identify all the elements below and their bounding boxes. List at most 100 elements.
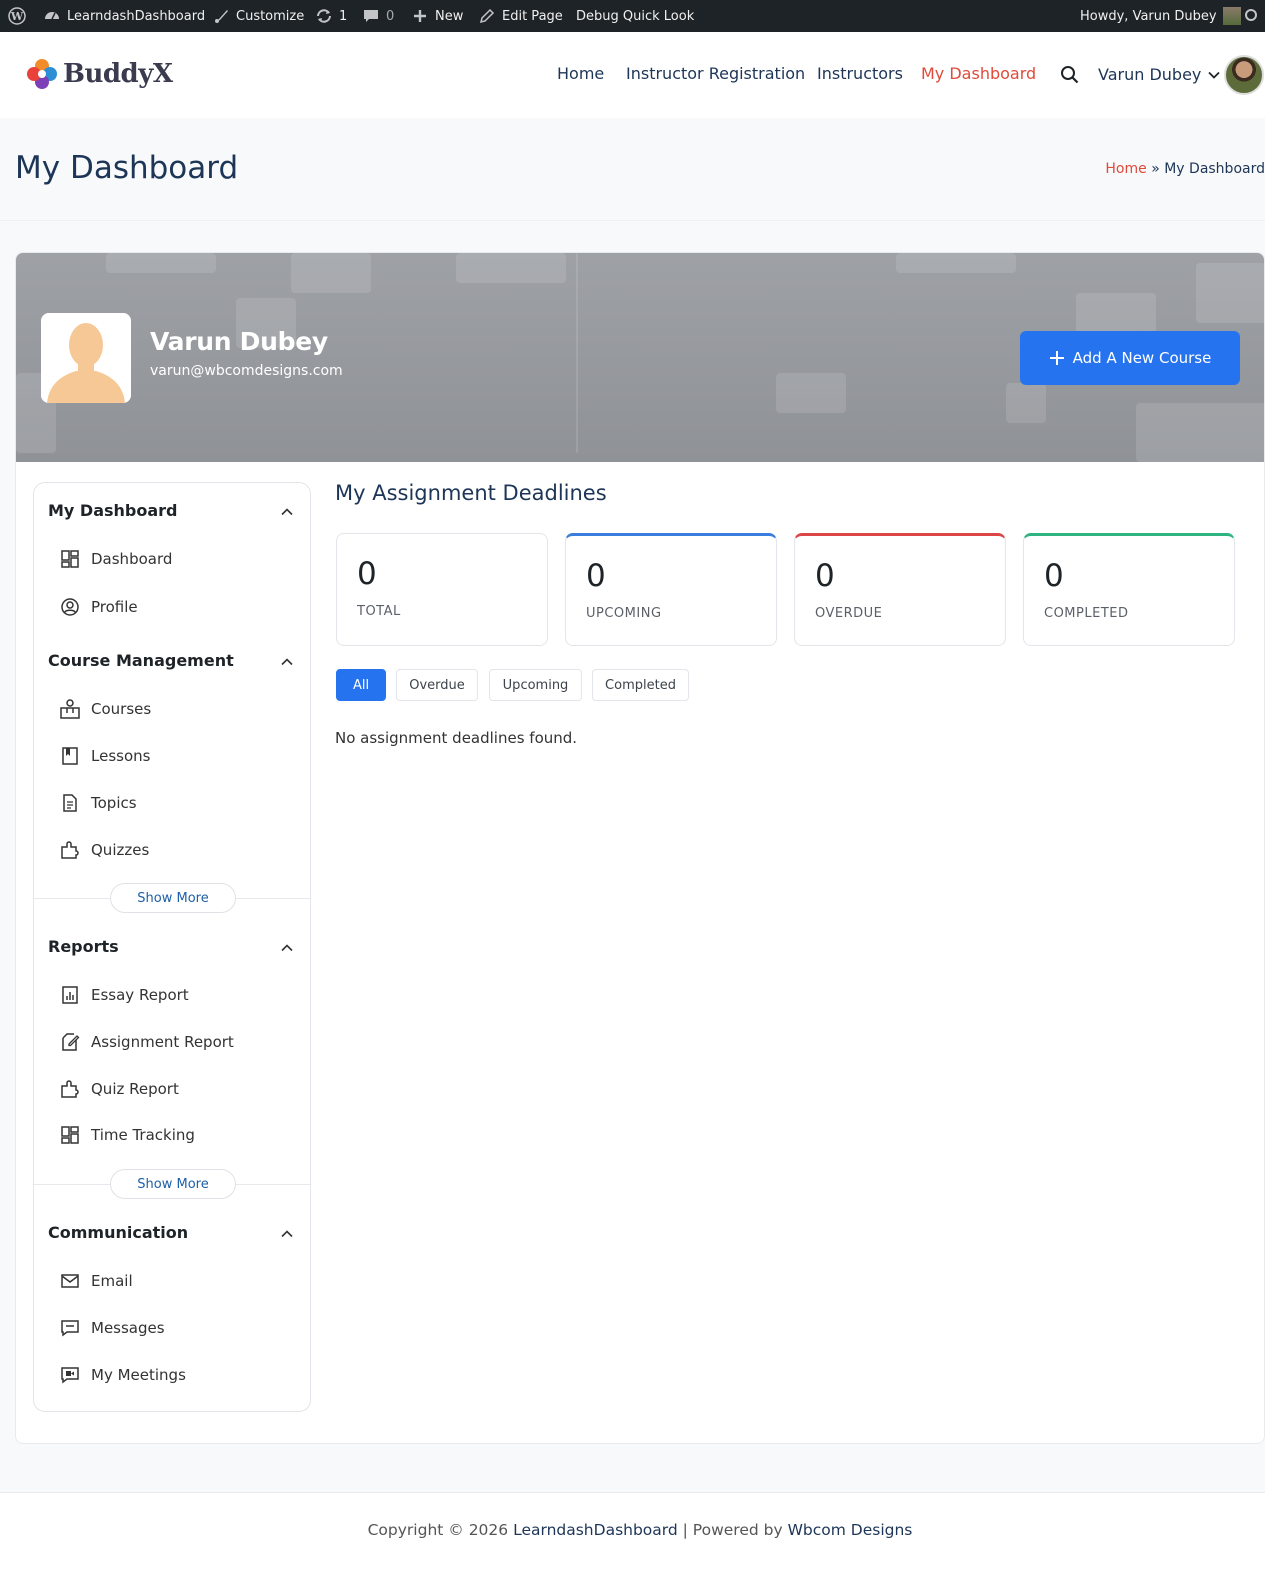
sidebar-item-essay-report[interactable]: Essay Report <box>59 983 189 1007</box>
user-menu[interactable]: Varun Dubey <box>1098 65 1221 84</box>
chevron-up-icon <box>281 658 293 666</box>
divider: Show More <box>34 1169 310 1199</box>
stat-card-completed: 0 COMPLETED <box>1023 533 1235 646</box>
site-logo[interactable]: BuddyX <box>25 57 173 91</box>
filter-overdue[interactable]: Overdue <box>396 669 478 701</box>
new-label: New <box>435 8 464 24</box>
dashboard-sidebar: My Dashboard Dashboard Profile Course Ma… <box>33 482 311 1412</box>
chevron-up-icon <box>281 1230 293 1238</box>
grid-icon <box>59 548 81 570</box>
sidebar-item-label: Lessons <box>91 747 151 765</box>
wordpress-icon: W <box>8 7 26 25</box>
admin-avatar <box>1222 7 1241 25</box>
user-name: Varun Dubey <box>1098 65 1202 84</box>
section-title: Reports <box>48 937 119 956</box>
sidebar-item-label: Quiz Report <box>91 1080 179 1098</box>
account-menu[interactable]: Howdy, Varun Dubey <box>1080 0 1241 32</box>
new-content-link[interactable]: New <box>411 0 463 32</box>
nav-instructor-registration[interactable]: Instructor Registration <box>626 64 805 83</box>
empty-state-message: No assignment deadlines found. <box>335 729 578 747</box>
show-more-button[interactable]: Show More <box>110 1169 236 1199</box>
avatar-placeholder-icon <box>41 313 131 403</box>
edit-doc-icon <box>59 1031 81 1053</box>
svg-text:W: W <box>10 10 24 23</box>
puzzle-icon <box>59 1078 81 1100</box>
profile-avatar[interactable] <box>41 313 131 403</box>
sidebar-item-courses[interactable]: Courses <box>59 697 151 721</box>
bookmark-icon <box>59 745 81 767</box>
edit-page-link[interactable]: Edit Page <box>478 0 563 32</box>
sidebar-item-email[interactable]: Email <box>59 1269 133 1293</box>
stat-card-total: 0 TOTAL <box>336 533 548 646</box>
stat-label: OVERDUE <box>815 606 883 621</box>
admin-bar: W LearndashDashboard Customize 1 0 New E… <box>0 0 1265 32</box>
section-course-management[interactable]: Course Management <box>34 651 310 675</box>
section-reports[interactable]: Reports <box>34 937 310 961</box>
footer-company-link[interactable]: Wbcom Designs <box>788 1521 913 1539</box>
sidebar-item-label: Email <box>91 1272 133 1290</box>
sidebar-item-label: My Meetings <box>91 1366 186 1384</box>
sidebar-item-assignment-report[interactable]: Assignment Report <box>59 1030 234 1054</box>
comments-count: 0 <box>386 8 395 24</box>
sidebar-item-lessons[interactable]: Lessons <box>59 744 150 768</box>
search-admin-button[interactable] <box>1243 0 1261 32</box>
sidebar-item-profile[interactable]: Profile <box>59 595 138 619</box>
sidebar-item-messages[interactable]: Messages <box>59 1316 165 1340</box>
section-title: My Dashboard <box>48 501 178 520</box>
profile-banner: Varun Dubey varun@wbcomdesigns.com Add A… <box>16 253 1264 462</box>
customize-link[interactable]: Customize <box>212 0 304 32</box>
search-button[interactable] <box>1060 65 1080 85</box>
stat-label: UPCOMING <box>586 606 662 621</box>
breadcrumb-current: My Dashboard <box>1164 161 1265 177</box>
comments-link[interactable]: 0 <box>362 0 394 32</box>
document-icon <box>59 792 81 814</box>
sidebar-item-label: Profile <box>91 598 138 616</box>
plus-icon <box>411 7 429 25</box>
add-course-label: Add A New Course <box>1072 349 1212 367</box>
debug-label: Debug Quick Look <box>576 8 695 24</box>
filter-completed[interactable]: Completed <box>592 669 689 701</box>
customize-label: Customize <box>236 8 305 24</box>
updates-link[interactable]: 1 <box>315 0 347 32</box>
title-divider <box>0 220 1265 221</box>
sidebar-item-quiz-report[interactable]: Quiz Report <box>59 1077 179 1101</box>
nav-instructors[interactable]: Instructors <box>817 64 903 83</box>
search-icon <box>1243 7 1261 25</box>
show-more-button[interactable]: Show More <box>110 883 236 913</box>
breadcrumb-home[interactable]: Home <box>1105 161 1146 177</box>
sidebar-item-quizzes[interactable]: Quizzes <box>59 838 149 862</box>
logo-text: BuddyX <box>63 59 173 89</box>
copyright-prefix: Copyright © 2026 <box>367 1521 514 1539</box>
sidebar-item-topics[interactable]: Topics <box>59 791 137 815</box>
wordpress-logo-button[interactable]: W <box>8 0 26 32</box>
debug-quick-look-link[interactable]: Debug Quick Look <box>576 0 694 32</box>
buddyx-logo-icon <box>27 59 57 89</box>
updates-count: 1 <box>339 8 348 24</box>
brush-icon <box>212 7 230 25</box>
dashboard-icon <box>43 7 61 25</box>
sidebar-item-my-meetings[interactable]: My Meetings <box>59 1363 186 1387</box>
nav-my-dashboard[interactable]: My Dashboard <box>921 64 1036 83</box>
stat-label: COMPLETED <box>1044 606 1129 621</box>
filter-upcoming[interactable]: Upcoming <box>489 669 582 701</box>
nav-home[interactable]: Home <box>557 64 604 83</box>
message-icon <box>59 1317 81 1339</box>
chevron-up-icon <box>281 944 293 952</box>
section-my-dashboard[interactable]: My Dashboard <box>34 501 310 525</box>
section-communication[interactable]: Communication <box>34 1223 310 1247</box>
filter-all[interactable]: All <box>336 669 386 701</box>
section-title: Communication <box>48 1223 189 1242</box>
sidebar-item-dashboard[interactable]: Dashboard <box>59 547 172 571</box>
footer-site-link[interactable]: LearndashDashboard <box>513 1521 678 1539</box>
add-new-course-button[interactable]: Add A New Course <box>1020 331 1240 385</box>
breadcrumb: Home » My Dashboard <box>1105 161 1265 177</box>
stat-card-overdue: 0 OVERDUE <box>794 533 1006 646</box>
user-avatar[interactable] <box>1224 55 1264 95</box>
site-name-link[interactable]: LearndashDashboard <box>43 0 205 32</box>
howdy-label: Howdy, Varun Dubey <box>1080 8 1217 24</box>
sidebar-item-time-tracking[interactable]: Time Tracking <box>59 1123 195 1147</box>
course-icon <box>59 698 81 720</box>
breadcrumb-separator: » <box>1151 161 1160 177</box>
stat-value: 0 <box>815 558 835 594</box>
plus-icon <box>1049 351 1064 365</box>
